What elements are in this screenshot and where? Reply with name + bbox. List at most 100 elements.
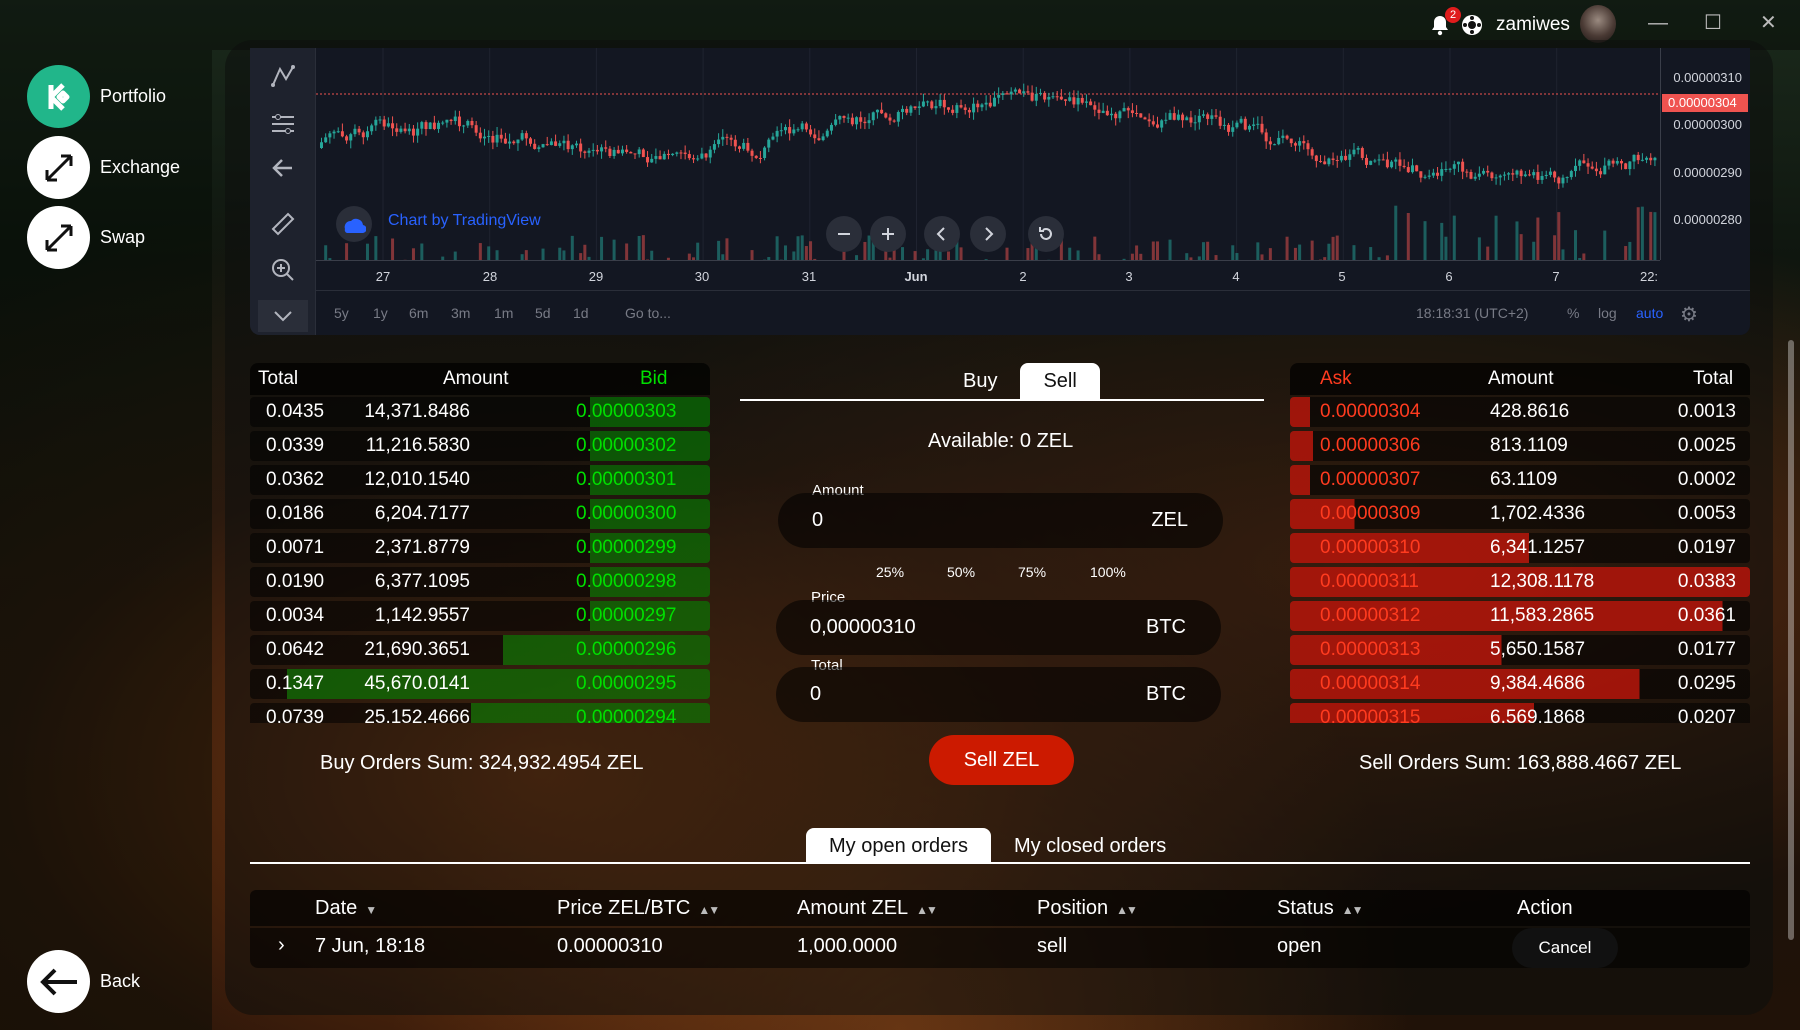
candle-body: [863, 121, 867, 124]
order-book-row[interactable]: 0.00000307 63.1109 0.0002: [1290, 463, 1750, 497]
range-1m[interactable]: 1m: [494, 305, 513, 321]
column-position[interactable]: Position ▲▼: [1037, 897, 1138, 920]
sidebar-item-portfolio[interactable]: Portfolio: [27, 65, 166, 128]
avatar[interactable]: [1580, 5, 1616, 43]
zoom-in-icon[interactable]: [267, 254, 299, 286]
ruler-icon[interactable]: [267, 208, 299, 240]
range-5d[interactable]: 5d: [535, 305, 551, 321]
fib-icon[interactable]: [267, 108, 299, 140]
order-amount: 1,000.0000: [797, 935, 898, 957]
percent-toggle[interactable]: %: [1567, 305, 1579, 321]
order-book-row[interactable]: 0.00000306 813.1109 0.0025: [1290, 429, 1750, 463]
amount-field[interactable]: ZEL: [778, 493, 1223, 548]
column-amount[interactable]: Amount ZEL ▲▼: [797, 897, 938, 920]
order-book-row[interactable]: 0.0642 21,690.3651 0.00000296: [250, 633, 710, 667]
chevron-down-icon[interactable]: [258, 300, 308, 332]
price-input[interactable]: [810, 616, 1110, 639]
candle-body: [947, 107, 950, 110]
table-row[interactable]: › 7 Jun, 18:18 0.00000310 1,000.0000 sel…: [250, 928, 1750, 968]
time-axis[interactable]: 27 28 29 30 31 Jun 2 3 4 5 6 7 22:: [316, 260, 1660, 290]
chart-time: 18:18:31 (UTC+2): [1416, 305, 1529, 321]
order-book-row[interactable]: 0.00000314 9,384.4686 0.0295: [1290, 667, 1750, 701]
back-button[interactable]: Back: [27, 950, 140, 1013]
column-price[interactable]: Price ZEL/BTC ▲▼: [557, 897, 720, 920]
order-book-row[interactable]: 0.0190 6,377.1095 0.00000298: [250, 565, 710, 599]
sidebar-item-exchange[interactable]: Exchange: [27, 136, 180, 199]
price-chart[interactable]: Chart by TradingView 0.00000310 0.000003…: [250, 48, 1750, 335]
range-3m[interactable]: 3m: [451, 305, 470, 321]
range-5y[interactable]: 5y: [334, 305, 349, 321]
order-book-row[interactable]: 0.00000313 5,650.1587 0.0177: [1290, 633, 1750, 667]
candle-body: [332, 131, 336, 134]
page-scrollbar[interactable]: [1788, 340, 1794, 940]
candle-body: [1528, 174, 1532, 176]
order-book-row[interactable]: 0.00000309 1,702.4336 0.0053: [1290, 497, 1750, 531]
order-book-row[interactable]: 0.00000315 6,569.1868 0.0207: [1290, 701, 1750, 723]
order-book-row[interactable]: 0.0071 2,371.8779 0.00000299: [250, 531, 710, 565]
total-input[interactable]: [810, 683, 1110, 706]
pct-75-button[interactable]: 75%: [1018, 564, 1046, 580]
settings-gear-icon[interactable]: ⚙: [1680, 302, 1698, 327]
pct-50-button[interactable]: 50%: [947, 564, 975, 580]
order-book-row[interactable]: 0.1347 45,670.0141 0.00000295: [250, 667, 710, 701]
candle-body: [1110, 113, 1114, 116]
candle-body: [1151, 121, 1155, 125]
scroll-right-button[interactable]: [970, 216, 1006, 252]
close-icon[interactable]: ✕: [1760, 10, 1777, 35]
order-book-row[interactable]: 0.0186 6,204.7177 0.00000300: [250, 497, 710, 531]
amount-input[interactable]: [812, 509, 1112, 532]
book-amount: 11,216.5830: [365, 435, 470, 456]
arrow-left-icon[interactable]: [267, 152, 299, 184]
zoom-out-button[interactable]: [826, 216, 862, 252]
candle-body: [449, 119, 453, 122]
zelcore-icon[interactable]: [1462, 15, 1482, 35]
sell-zel-button[interactable]: Sell ZEL: [929, 735, 1074, 785]
minimize-icon[interactable]: —: [1648, 12, 1668, 35]
book-amount: 12,010.1540: [364, 469, 470, 490]
maximize-icon[interactable]: ☐: [1704, 10, 1722, 35]
tab-closed-orders[interactable]: My closed orders: [991, 828, 1189, 864]
trend-line-icon[interactable]: [267, 60, 299, 92]
zoom-in-button[interactable]: [870, 216, 906, 252]
goto-button[interactable]: Go to...: [625, 305, 671, 321]
order-book-row[interactable]: 0.00000304 428.8616 0.0013: [1290, 395, 1750, 429]
tab-buy[interactable]: Buy: [940, 363, 1020, 399]
sidebar-item-swap[interactable]: Swap: [27, 206, 145, 269]
order-book-row[interactable]: 0.0435 14,371.8486 0.00000303: [250, 395, 710, 429]
volume-bar: [1515, 221, 1519, 260]
candle-body: [1640, 159, 1644, 161]
order-book-row[interactable]: 0.0339 11,216.5830 0.00000302: [250, 429, 710, 463]
tab-open-orders[interactable]: My open orders: [806, 828, 991, 864]
pct-100-button[interactable]: 100%: [1090, 564, 1126, 580]
tab-sell[interactable]: Sell: [1020, 363, 1100, 399]
scroll-left-button[interactable]: [924, 216, 960, 252]
order-book-row[interactable]: 0.0362 12,010.1540 0.00000301: [250, 463, 710, 497]
candle-body: [336, 131, 340, 133]
range-bar: 5y 1y 6m 3m 1m 5d 1d Go to... 18:18:31 (…: [316, 290, 1750, 335]
reset-chart-button[interactable]: [1028, 216, 1064, 252]
range-1y[interactable]: 1y: [373, 305, 388, 321]
range-6m[interactable]: 6m: [409, 305, 428, 321]
price-field[interactable]: BTC: [776, 600, 1221, 655]
book-bid: 0.00000300: [576, 503, 677, 524]
column-status[interactable]: Status ▲▼: [1277, 897, 1364, 920]
range-1d[interactable]: 1d: [573, 305, 589, 321]
price-axis[interactable]: 0.00000310 0.00000300 0.00000290 0.00000…: [1660, 48, 1750, 260]
candle-body: [1511, 173, 1515, 175]
order-book-row[interactable]: 0.0739 25,152.4666 0.00000294: [250, 701, 710, 723]
chevron-right-icon[interactable]: ›: [278, 934, 285, 957]
pct-25-button[interactable]: 25%: [876, 564, 904, 580]
log-toggle[interactable]: log: [1598, 305, 1617, 321]
auto-toggle[interactable]: auto: [1636, 305, 1663, 321]
candle-body: [533, 143, 537, 149]
sort-icon: ▲▼: [1341, 903, 1364, 917]
order-book-row[interactable]: 0.00000311 12,308.1178 0.0383: [1290, 565, 1750, 599]
volume-bar: [1068, 247, 1072, 260]
cancel-order-button[interactable]: Cancel: [1512, 928, 1618, 968]
order-book-row[interactable]: 0.00000310 6,341.1257 0.0197: [1290, 531, 1750, 565]
username[interactable]: zamiwes: [1496, 14, 1570, 36]
total-field[interactable]: BTC: [776, 667, 1221, 722]
order-book-row[interactable]: 0.0034 1,142.9557 0.00000297: [250, 599, 710, 633]
column-date[interactable]: Date ▼: [315, 897, 377, 920]
order-book-row[interactable]: 0.00000312 11,583.2865 0.0361: [1290, 599, 1750, 633]
